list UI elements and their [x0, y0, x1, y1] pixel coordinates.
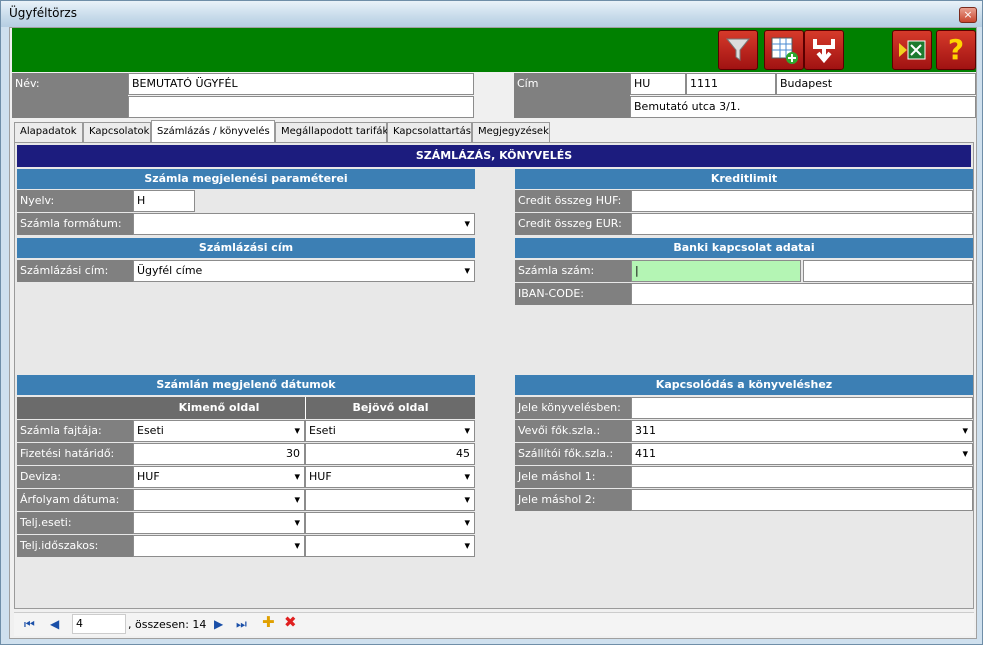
last-record-icon[interactable]: ⏭ [236, 617, 247, 631]
format-label: Számla formátum: [17, 213, 133, 235]
dates-row-label: Számla fajtája: [17, 420, 133, 442]
billing-address-label: Számlázási cím: [17, 260, 133, 282]
export-excel-button[interactable] [892, 30, 932, 70]
account-field[interactable]: | [631, 260, 801, 282]
credit-header: Kreditlimit [515, 169, 973, 189]
dates-header: Számlán megjelenő dátumok [17, 375, 475, 395]
accounting-row-label: Szállítói fők.szla.: [515, 443, 631, 465]
accounting-row-label: Jele máshol 2: [515, 489, 631, 511]
accounting-code-field[interactable] [631, 397, 973, 419]
name-field-2[interactable] [128, 96, 474, 118]
language-field[interactable]: H [133, 190, 195, 212]
customer-ledger-select[interactable]: 311 [631, 420, 973, 442]
format-select[interactable] [133, 213, 475, 235]
credit-eur-field[interactable] [631, 213, 973, 235]
fulfil-single-in-select[interactable] [305, 512, 475, 534]
dates-col-out: Kimenő oldal [133, 397, 305, 419]
fork-down-icon [813, 39, 835, 64]
excel-export-icon [899, 40, 926, 60]
accounting-row-label: Vevői fők.szla.: [515, 420, 631, 442]
credit-huf-label: Credit összeg HUF: [515, 190, 631, 212]
country-field[interactable]: HU [630, 73, 686, 95]
grid-plus-icon [771, 37, 798, 64]
tab-megjegyzesek[interactable]: Megjegyzések [472, 122, 550, 142]
billing-address-select[interactable]: Ügyfél címe [133, 260, 475, 282]
next-record-icon[interactable]: ▶ [214, 617, 223, 631]
toolbar: ? [12, 28, 976, 72]
tab-alapadatok[interactable]: Alapadatok [14, 122, 83, 142]
accounting-row-label: Jele máshol 1: [515, 466, 631, 488]
dates-row-label: Telj.eseti: [17, 512, 133, 534]
close-button[interactable]: × [959, 7, 977, 23]
help-button[interactable]: ? [936, 30, 976, 70]
credit-eur-label: Credit összeg EUR: [515, 213, 631, 235]
dates-row-label: Telj.időszakos: [17, 535, 133, 557]
client-area: ? Név: BEMUTATÓ ÜGYFÉL Cím HU 1111 Budap… [9, 27, 977, 639]
bank-header: Banki kapcsolat adatai [515, 238, 973, 258]
fulfil-periodic-out-select[interactable] [133, 535, 305, 557]
iban-field[interactable] [631, 283, 973, 305]
invoice-params-header: Számla megjelenési paraméterei [17, 169, 475, 189]
section-banner: SZÁMLÁZÁS, KÖNYVELÉS [17, 145, 971, 167]
fulfil-single-out-select[interactable] [133, 512, 305, 534]
record-navigator: ⏮ ◀ 4 , összesen: 14 ▶ ⏭ ✚ ✖ [14, 612, 974, 636]
app-window: Ügyféltörzs × ? Név: BEMUTATÓ ÜGYFÉL Cím… [0, 0, 983, 645]
dates-row-label: Árfolyam dátuma: [17, 489, 133, 511]
dates-row-label: Deviza: [17, 466, 133, 488]
street-field[interactable]: Bemutató utca 3/1. [630, 96, 976, 118]
fulfil-periodic-in-select[interactable] [305, 535, 475, 557]
title-bar: Ügyféltörzs × [1, 1, 982, 27]
language-label: Nyelv: [17, 190, 133, 212]
other-code-1-field[interactable] [631, 466, 973, 488]
name-label: Név: [12, 73, 128, 118]
select-button[interactable] [804, 30, 844, 70]
zip-field[interactable]: 1111 [686, 73, 776, 95]
dates-col-in: Bejövő oldal [305, 397, 475, 419]
new-record-button[interactable] [764, 30, 804, 70]
iban-label: IBAN-CODE: [515, 283, 631, 305]
help-icon: ? [947, 33, 965, 66]
invoice-type-in-select[interactable]: Eseti [305, 420, 475, 442]
currency-out-select[interactable]: HUF [133, 466, 305, 488]
filter-button[interactable] [718, 30, 758, 70]
dates-corner [17, 397, 133, 419]
tab-kapcsolattartas[interactable]: Kapcsolattartás [387, 122, 472, 142]
tab-kapcsolatok[interactable]: Kapcsolatok [83, 122, 151, 142]
accounting-header: Kapcsolódás a könyveléshez [515, 375, 973, 395]
supplier-ledger-select[interactable]: 411 [631, 443, 973, 465]
rate-date-out-select[interactable] [133, 489, 305, 511]
filter-icon [725, 38, 751, 61]
payment-deadline-in-field[interactable]: 45 [305, 443, 475, 465]
window-title: Ügyféltörzs [9, 6, 77, 20]
city-field[interactable]: Budapest [776, 73, 976, 95]
other-code-2-field[interactable] [631, 489, 973, 511]
tab-panel: SZÁMLÁZÁS, KÖNYVELÉS Számla megjelenési … [14, 142, 974, 609]
first-record-icon[interactable]: ⏮ [24, 617, 35, 631]
prev-record-icon[interactable]: ◀ [50, 617, 59, 631]
add-record-icon[interactable]: ✚ [262, 615, 275, 630]
payment-deadline-out-field[interactable]: 30 [133, 443, 305, 465]
record-number-field[interactable]: 4 [72, 614, 126, 634]
account-field-2[interactable] [803, 260, 973, 282]
rate-date-in-select[interactable] [305, 489, 475, 511]
record-count: , összesen: 14 [128, 618, 207, 631]
tab-tarifak[interactable]: Megállapodott tarifák [275, 122, 388, 142]
currency-in-select[interactable]: HUF [305, 466, 475, 488]
tab-szamlazas[interactable]: Számlázás / könyvelés [151, 120, 275, 142]
dates-row-label: Fizetési határidő: [17, 443, 133, 465]
invoice-type-out-select[interactable]: Eseti [133, 420, 305, 442]
address-label: Cím [514, 73, 630, 118]
billing-address-header: Számlázási cím [17, 238, 475, 258]
delete-record-icon[interactable]: ✖ [284, 615, 297, 630]
accounting-row-label: Jele könyvelésben: [515, 397, 631, 419]
account-label: Számla szám: [515, 260, 631, 282]
name-field[interactable]: BEMUTATÓ ÜGYFÉL [128, 73, 474, 95]
credit-huf-field[interactable] [631, 190, 973, 212]
